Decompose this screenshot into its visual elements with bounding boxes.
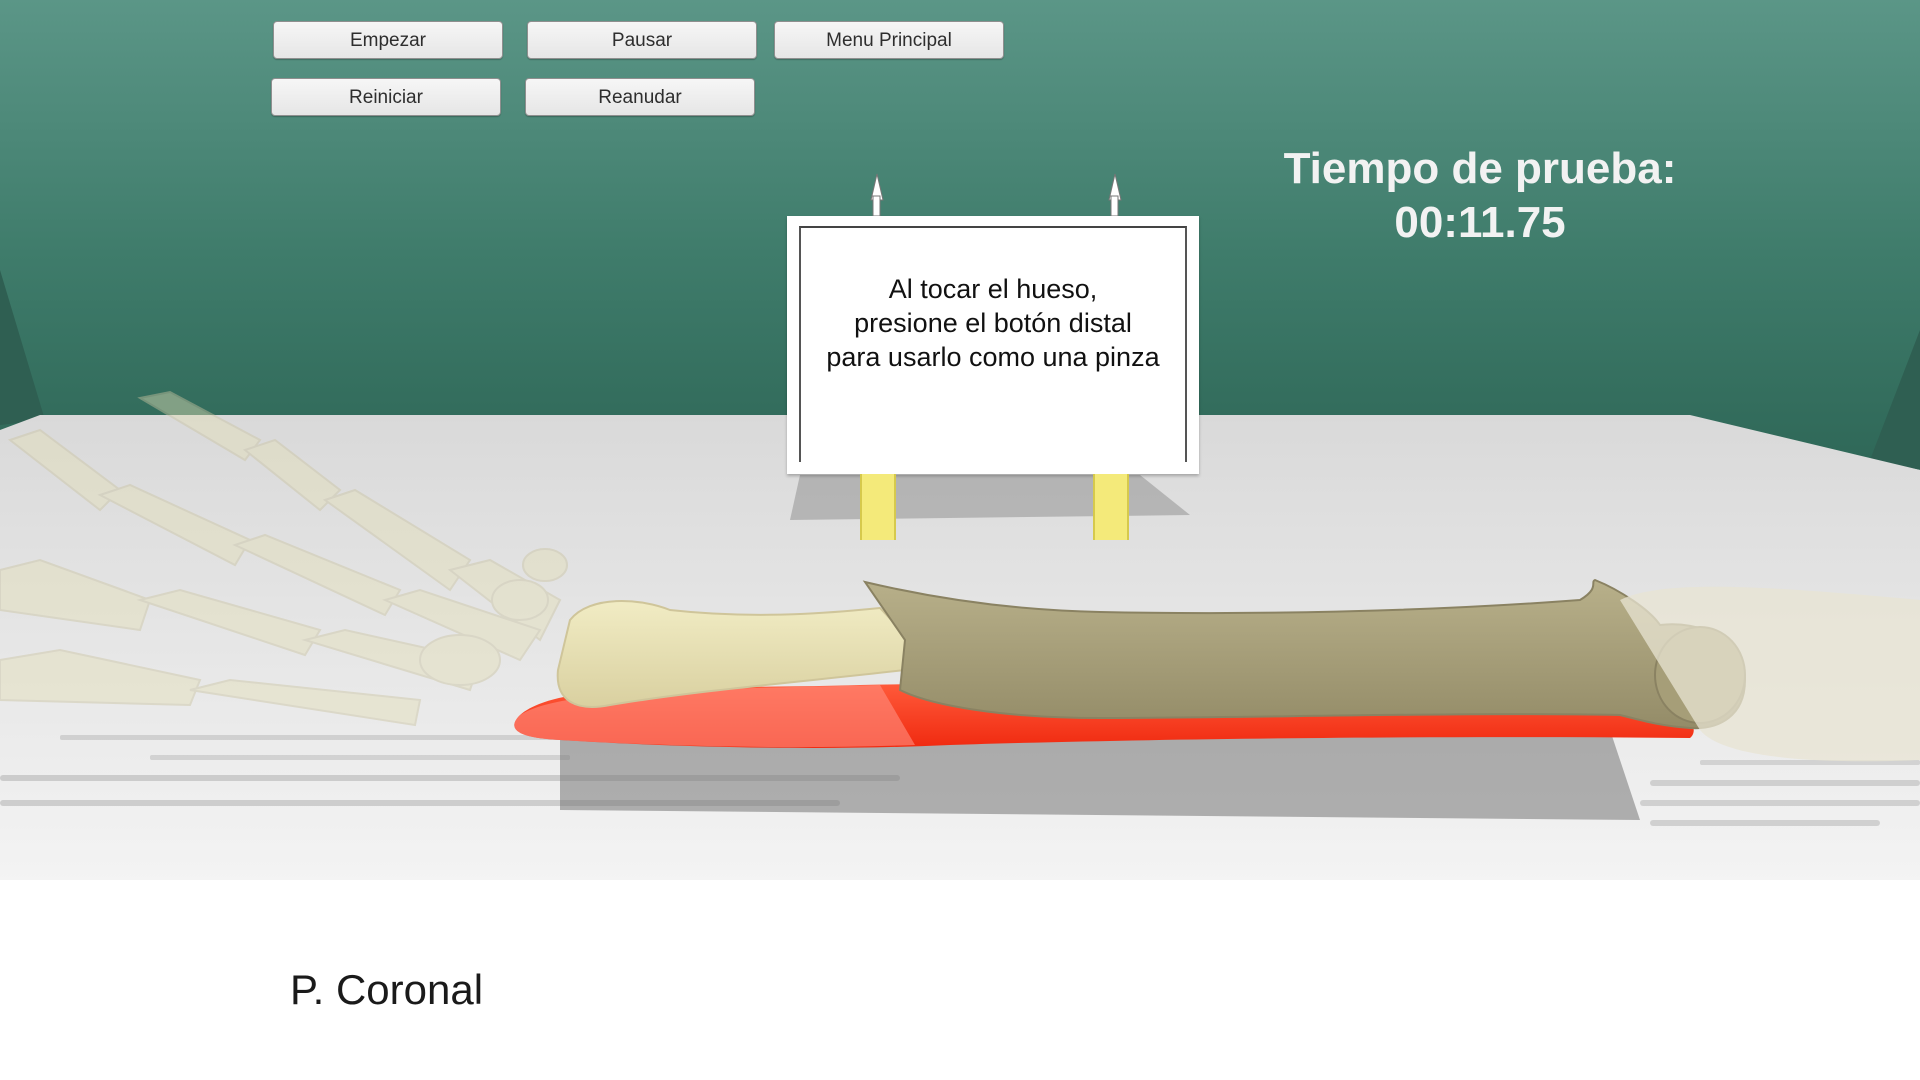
sign-line: para usarlo como una pinza xyxy=(826,342,1160,372)
sign-line: presione el botón distal xyxy=(854,308,1132,338)
right-wall-edge xyxy=(1870,330,1920,470)
simulation-viewport[interactable]: Empezar Pausar Menu Principal Reiniciar … xyxy=(0,0,1920,1080)
main-menu-button[interactable]: Menu Principal xyxy=(774,21,1004,59)
instruction-sign: Al tocar el hueso, presione el botón dis… xyxy=(787,216,1199,474)
left-wall-edge xyxy=(0,270,45,425)
sign-line: Al tocar el hueso, xyxy=(888,274,1098,304)
timer-label: Tiempo de prueba: xyxy=(1283,144,1677,193)
sign-text: Al tocar el hueso, presione el botón dis… xyxy=(787,272,1199,374)
sign-leg-left xyxy=(860,474,896,540)
start-button[interactable]: Empezar xyxy=(273,21,503,59)
pause-button[interactable]: Pausar xyxy=(527,21,757,59)
restart-button[interactable]: Reiniciar xyxy=(271,78,501,116)
pin-icon xyxy=(870,173,1122,217)
sign-shadow xyxy=(790,475,1190,520)
resume-button[interactable]: Reanudar xyxy=(525,78,755,116)
plane-label: P. Coronal xyxy=(290,966,484,1013)
test-timer: Tiempo de prueba: 00:11.75 xyxy=(1200,142,1760,250)
timer-value: 00:11.75 xyxy=(1394,198,1566,247)
sign-leg-right xyxy=(1093,474,1129,540)
